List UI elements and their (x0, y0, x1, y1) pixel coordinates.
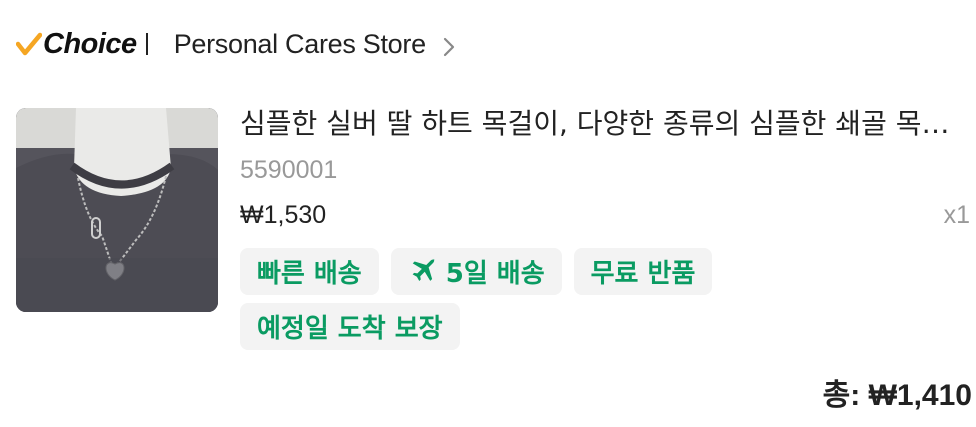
tag-5-day-delivery: 5일 배송 (390, 248, 562, 295)
product-quantity: x1 (943, 201, 970, 229)
product-price: ₩1,530 (240, 201, 327, 229)
tag-label: 빠른 배송 (257, 259, 362, 289)
tag-fast-delivery: 빠른 배송 (240, 248, 379, 295)
chevron-right-icon (443, 37, 454, 57)
tag-label: 예정일 도착 보장 (257, 314, 443, 344)
logo-divider (145, 33, 148, 55)
checkmark-icon (16, 32, 42, 56)
airplane-icon (412, 258, 435, 281)
delivery-tags: 빠른 배송 5일 배송 무료 반품 예정일 도착 보장 (240, 248, 800, 350)
order-total: 총: ₩1,410 (822, 379, 972, 412)
store-name: Personal Cares Store (173, 28, 426, 59)
necklace-photo (16, 108, 218, 312)
product-sku: 5590001 (240, 156, 338, 184)
tag-arrival-guarantee: 예정일 도착 보장 (240, 303, 460, 350)
logo-text: Choice (43, 27, 137, 60)
order-header: Choice Personal Cares Store (16, 22, 456, 66)
tag-label: 5일 배송 (445, 259, 545, 289)
product-image[interactable] (16, 108, 218, 312)
tag-free-return: 무료 반품 (573, 248, 713, 295)
product-title[interactable]: 심플한 실버 딸 하트 목걸이, 다양한 종류의 심플한 쇄골 목걸이 (240, 102, 950, 146)
store-link[interactable]: Personal Cares Store (174, 29, 456, 60)
product-info: 심플한 실버 딸 하트 목걸이, 다양한 종류의 심플한 쇄골 목걸이 5590… (240, 102, 972, 350)
tag-label: 무료 반품 (590, 259, 696, 289)
choice-logo: Choice (16, 22, 148, 66)
